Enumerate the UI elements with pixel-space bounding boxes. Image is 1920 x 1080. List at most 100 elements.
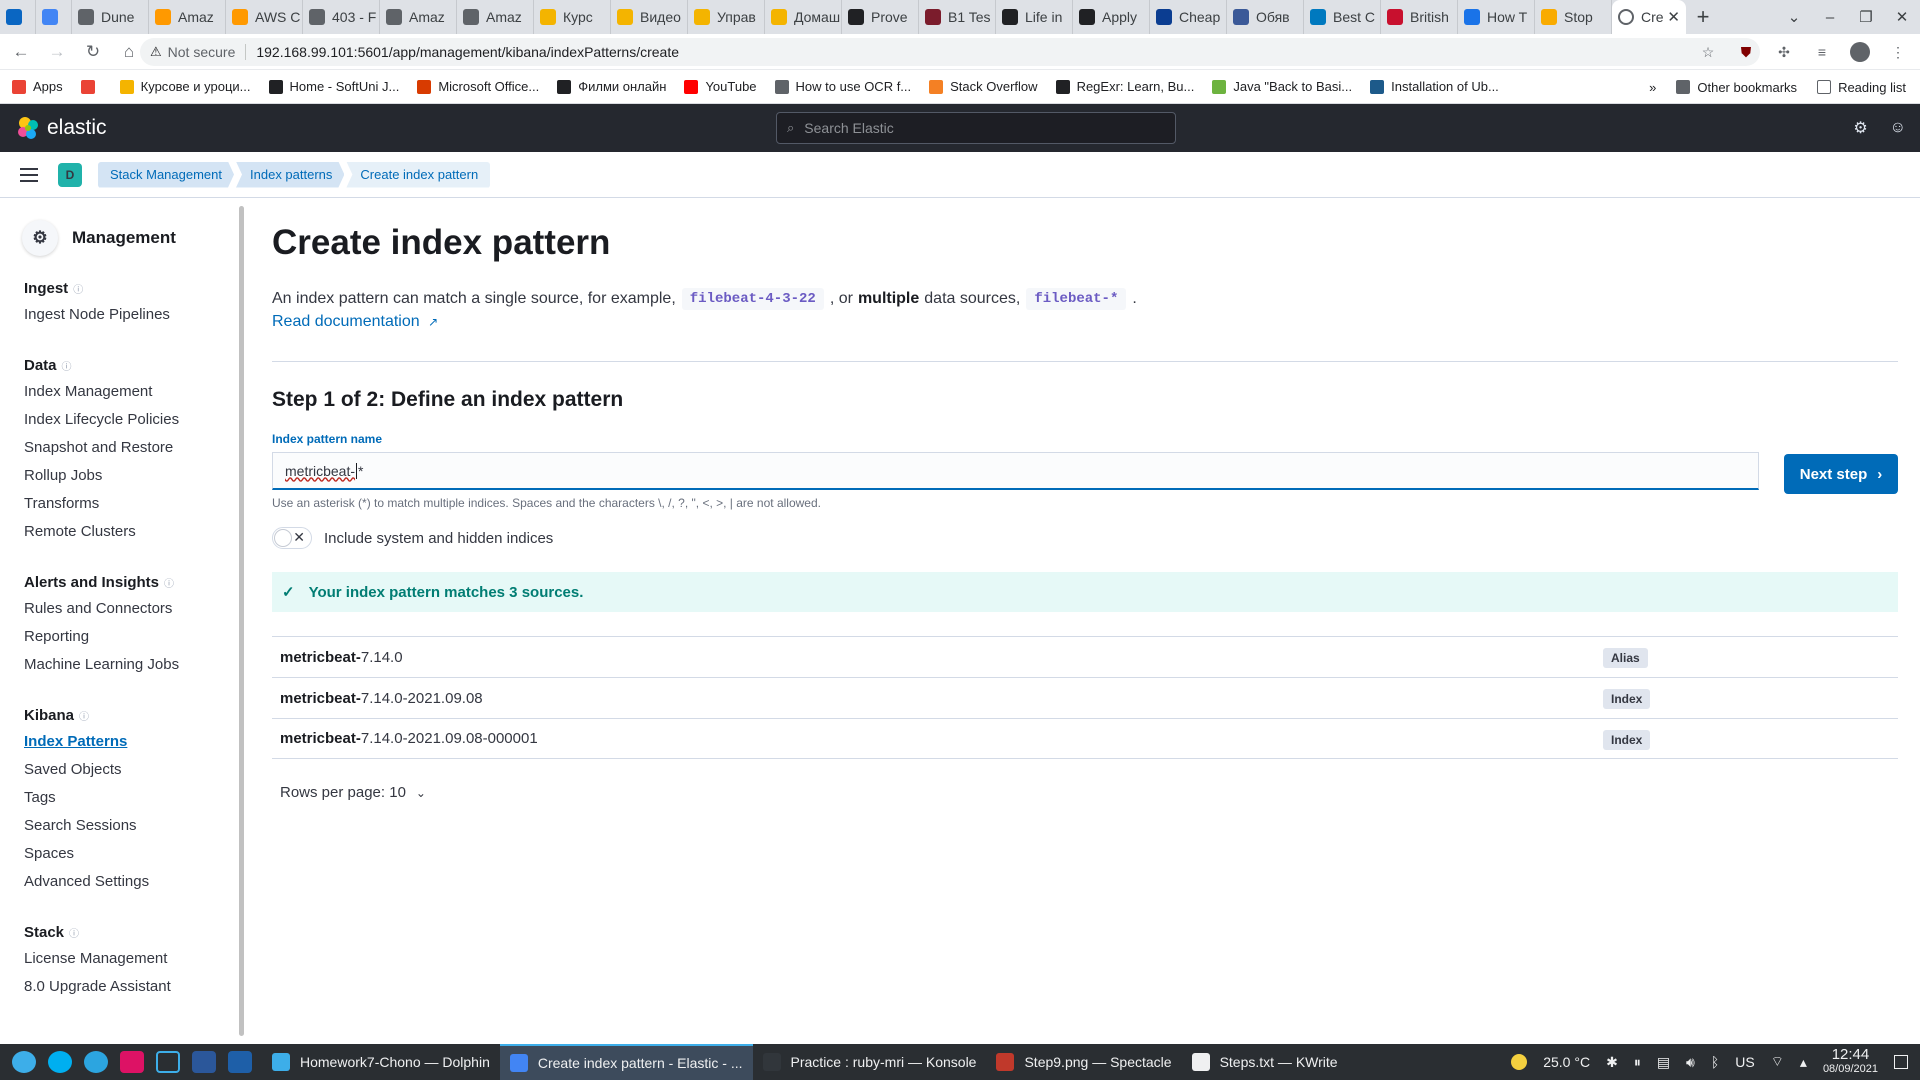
word-icon[interactable]	[192, 1051, 216, 1073]
pycharm-icon[interactable]	[156, 1051, 180, 1073]
media-control-icon[interactable]: ⏸	[1634, 1054, 1641, 1071]
sidebar-item[interactable]: Saved Objects	[24, 760, 244, 788]
browser-tab[interactable]: Apply	[1073, 0, 1150, 34]
sidebar-item[interactable]: Snapshot and Restore	[24, 438, 244, 466]
browser-tab[interactable]: AWS C	[226, 0, 303, 34]
breadcrumb-stack-management[interactable]: Stack Management	[98, 162, 234, 188]
volume-icon[interactable]: 🔊︎	[1686, 1054, 1695, 1071]
restore-icon[interactable]: ❐	[1848, 8, 1884, 26]
extensions-icon[interactable]: ✣	[1772, 40, 1796, 64]
browser-tab[interactable]: Life in	[996, 0, 1073, 34]
sidebar-scrollbar[interactable]	[239, 206, 244, 1036]
sidebar-item[interactable]: Tags	[24, 788, 244, 816]
bluetooth-icon[interactable]: ᛒ	[1711, 1054, 1719, 1070]
wifi-icon[interactable]: ⌔	[1771, 1053, 1784, 1071]
bookmark-star-icon[interactable]: ☆	[1696, 40, 1720, 64]
bookmark-item[interactable]: YouTube	[684, 79, 757, 94]
back-icon[interactable]: ←	[6, 42, 36, 62]
browser-tab[interactable]	[0, 0, 36, 34]
sidebar-item[interactable]: Rollup Jobs	[24, 466, 244, 494]
taskbar-task[interactable]: Homework7-Chono — Dolphin	[262, 1044, 500, 1080]
app-launcher-icon[interactable]	[12, 1051, 36, 1073]
reading-list[interactable]: Reading list	[1817, 80, 1906, 95]
sidebar-item[interactable]: Transforms	[24, 494, 244, 522]
include-hidden-label[interactable]: Include system and hidden indices	[324, 530, 553, 547]
close-window-icon[interactable]: ✕	[1884, 8, 1920, 26]
sidebar-item[interactable]: Index Lifecycle Policies	[24, 410, 244, 438]
sidebar-item[interactable]: Search Sessions	[24, 816, 244, 844]
bookmark-item[interactable]: How to use OCR f...	[774, 79, 911, 94]
info-icon[interactable]: ⓘ	[164, 575, 174, 590]
bookmark-item[interactable]: Home - SoftUni J...	[268, 79, 399, 94]
tray-expand-icon[interactable]: ▴	[1800, 1054, 1807, 1071]
clipboard-icon[interactable]: ▤	[1657, 1054, 1670, 1071]
bookmark-item[interactable]: Курсове и уроци...	[119, 79, 251, 94]
next-step-button[interactable]: Next step ›	[1784, 454, 1898, 494]
browser-tab[interactable]: Amaz	[380, 0, 457, 34]
tab-search-icon[interactable]: ⌄	[1776, 8, 1812, 26]
bookmark-item[interactable]	[80, 79, 102, 94]
sidebar-item[interactable]: Index Management	[24, 382, 244, 410]
browser-tab[interactable]: Обяв	[1227, 0, 1304, 34]
bookmark-item[interactable]: Installation of Ub...	[1370, 79, 1499, 94]
taskbar-task[interactable]: Create index pattern - Elastic - ...	[499, 1044, 753, 1080]
clock[interactable]: 12:44 08/09/2021	[1823, 1047, 1878, 1076]
profile-avatar[interactable]	[1848, 40, 1872, 64]
url-text[interactable]: 192.168.99.101:5601/app/management/kiban…	[256, 44, 679, 60]
browser-tab[interactable]	[36, 0, 72, 34]
help-menu-icon[interactable]: ⚙	[1853, 118, 1867, 138]
skype-icon[interactable]	[48, 1051, 72, 1073]
user-menu-icon[interactable]: ☺	[1890, 119, 1906, 137]
bookmark-item[interactable]: Филми онлайн	[557, 79, 666, 94]
taskbar-task[interactable]: Steps.txt — KWrite	[1182, 1044, 1348, 1080]
browser-tab[interactable]: 403 - F	[303, 0, 380, 34]
browser-tab[interactable]: Prove	[842, 0, 919, 34]
browser-tab[interactable]: Видео	[611, 0, 688, 34]
browser-tab[interactable]: Dune	[72, 0, 149, 34]
weather-text[interactable]: 25.0 °C	[1543, 1054, 1590, 1070]
bookmark-item[interactable]: RegExr: Learn, Bu...	[1055, 79, 1194, 94]
browser-tab[interactable]: British	[1381, 0, 1458, 34]
browser-tab[interactable]: B1 Tes	[919, 0, 996, 34]
vscode-icon[interactable]	[228, 1051, 252, 1073]
taskbar-task[interactable]: Step9.png — Spectacle	[986, 1044, 1181, 1080]
media-icon[interactable]: ≡	[1810, 40, 1834, 64]
minimize-icon[interactable]: –	[1812, 9, 1848, 26]
sidebar-item[interactable]: 8.0 Upgrade Assistant	[24, 977, 244, 1005]
kebab-menu-icon[interactable]: ⋮	[1886, 40, 1910, 64]
browser-tab[interactable]: Курс	[534, 0, 611, 34]
bookmark-item[interactable]: Apps	[12, 79, 63, 94]
url-field[interactable]: ⚠ Not secure 192.168.99.101:5601/app/man…	[140, 38, 1760, 66]
hamburger-menu-icon[interactable]	[20, 167, 38, 182]
breadcrumb-index-patterns[interactable]: Index patterns	[236, 162, 344, 188]
browser-tab[interactable]: Управ	[688, 0, 765, 34]
taskbar-task[interactable]: Practice : ruby-mri — Konsole	[753, 1044, 987, 1080]
ublock-extension-icon[interactable]: ⛊	[1734, 40, 1758, 64]
telegram-icon[interactable]	[84, 1051, 108, 1073]
elastic-logo[interactable]: elastic	[16, 116, 107, 140]
sidebar-item[interactable]: Advanced Settings	[24, 872, 244, 900]
keyboard-layout[interactable]: US	[1735, 1054, 1754, 1070]
sidebar-item[interactable]: Reporting	[24, 627, 244, 655]
browser-tab[interactable]: Amaz	[149, 0, 226, 34]
other-bookmarks[interactable]: Other bookmarks	[1676, 80, 1797, 95]
bookmark-item[interactable]: Java "Back to Basi...	[1212, 79, 1352, 94]
rubymine-icon[interactable]	[120, 1051, 144, 1073]
new-tab-button[interactable]: +	[1686, 0, 1720, 34]
sidebar-item[interactable]: Ingest Node Pipelines	[24, 305, 244, 333]
info-icon[interactable]: ⓘ	[73, 281, 83, 296]
search-elastic-input[interactable]: ⌕ Search Elastic	[776, 112, 1176, 144]
more-bookmarks-icon[interactable]: »	[1649, 80, 1656, 95]
weather-sun-icon[interactable]	[1511, 1054, 1528, 1070]
read-documentation-link[interactable]: Read documentation ↗	[272, 313, 438, 331]
space-avatar[interactable]: D	[58, 162, 82, 187]
browser-tab[interactable]: Домаш	[765, 0, 842, 34]
rows-per-page-button[interactable]: Rows per page: 10 ⌄	[280, 784, 426, 801]
sidebar-item[interactable]: Index Patterns	[24, 732, 244, 760]
sidebar-item[interactable]: Remote Clusters	[24, 522, 244, 550]
sidebar-item[interactable]: License Management	[24, 949, 244, 977]
info-icon[interactable]: ⓘ	[79, 708, 89, 723]
tab-active[interactable]: Cre ✕	[1612, 0, 1686, 34]
reload-icon[interactable]: ↻	[78, 42, 108, 62]
browser-tab[interactable]: Best C	[1304, 0, 1381, 34]
